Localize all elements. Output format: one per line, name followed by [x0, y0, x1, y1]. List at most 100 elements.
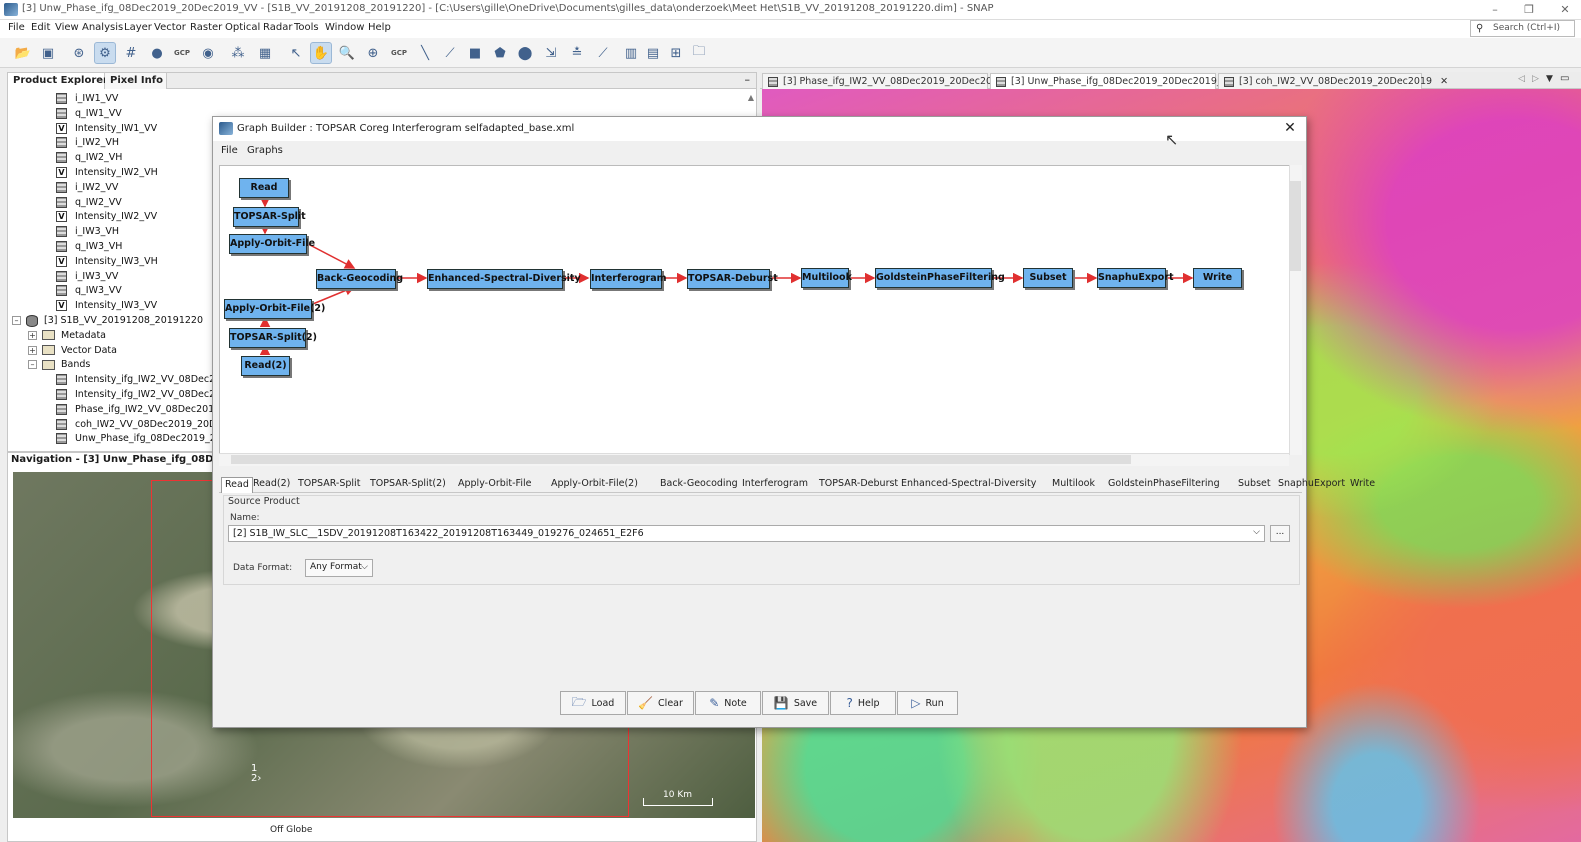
tree-scroll-up-icon[interactable]: ▲: [748, 93, 754, 102]
clear-button[interactable]: 🧹 Clear: [627, 691, 694, 715]
save-button[interactable]: 💾 Save: [762, 691, 829, 715]
zoom-plus-icon[interactable]: ⊕: [362, 42, 384, 64]
menu-help[interactable]: Help: [368, 22, 391, 33]
minimize-button[interactable]: –: [1480, 2, 1510, 18]
menu-window[interactable]: Window: [325, 22, 364, 33]
tree-band-item[interactable]: i_IW3_VH: [56, 224, 119, 239]
graph-horizontal-scroll-thumb[interactable]: [231, 455, 1131, 464]
tree-band-item[interactable]: V Intensity_IW2_VH: [56, 165, 158, 180]
image-tab-coh[interactable]: [3] coh_IW2_VV_08Dec2019_20Dec2019 ✕: [1218, 73, 1448, 89]
tree-bands-folder[interactable]: – Bands: [28, 357, 90, 372]
tree-band-item[interactable]: q_IW2_VH: [56, 150, 122, 165]
dialog-menu-file[interactable]: File: [221, 145, 238, 156]
node-interferogram[interactable]: Interferogram: [590, 269, 667, 289]
tree-vector-data-folder[interactable]: + Vector Data: [28, 343, 117, 358]
minimize-panel-icon[interactable]: –: [745, 73, 751, 86]
tree-band-item[interactable]: V Intensity_IW2_VV: [56, 209, 157, 224]
tree-band-item[interactable]: q_IW3_VV: [56, 283, 122, 298]
tree-band-item[interactable]: i_IW1_VV: [56, 91, 118, 106]
close-dialog-icon[interactable]: ✕: [1282, 120, 1298, 136]
node-subset[interactable]: Subset: [1023, 268, 1073, 288]
node-write[interactable]: Write: [1193, 268, 1242, 288]
data-format-select[interactable]: Any Format ⌵: [305, 559, 373, 577]
tree-band-item[interactable]: Phase_ifg_IW2_VV_08Dec2019_20: [56, 402, 237, 417]
node-snaphu-export[interactable]: SnaphuExport: [1097, 268, 1174, 288]
open-product-icon[interactable]: 📂: [12, 42, 34, 64]
operator-tab[interactable]: SnaphuExport: [1275, 477, 1348, 493]
tree-band-item[interactable]: q_IW3_VH: [56, 239, 122, 254]
menu-vector[interactable]: Vector: [154, 22, 186, 33]
menu-optical[interactable]: Optical: [225, 22, 260, 33]
tile-icon[interactable]: ≛: [566, 42, 588, 64]
menu-analysis[interactable]: Analysis: [82, 22, 123, 33]
operator-tab[interactable]: Enhanced-Spectral-Diversity: [898, 477, 1039, 493]
dialog-menu-graphs[interactable]: Graphs: [247, 145, 283, 156]
operator-tab[interactable]: TOPSAR-Split: [295, 477, 363, 493]
node-enhanced-spectral-diversity[interactable]: Enhanced-Spectral-Diversity: [427, 269, 581, 289]
expand-icon[interactable]: +: [28, 345, 37, 355]
node-read[interactable]: Read: [239, 178, 289, 198]
layout-vertical-icon[interactable]: ▤: [642, 42, 664, 64]
image-tab-phase[interactable]: [3] Phase_ifg_IW2_VV_08Dec2019_20Dec2019…: [762, 73, 1020, 89]
operator-tab[interactable]: TOPSAR-Split(2): [367, 477, 449, 493]
collapse-icon[interactable]: –: [28, 360, 37, 370]
grid-icon[interactable]: #: [120, 42, 142, 64]
tree-product-item[interactable]: – [3] S1B_VV_20191208_20191220: [12, 313, 203, 328]
node-topsar-deburst[interactable]: TOPSAR-Deburst: [687, 269, 778, 289]
close-tab-icon[interactable]: ✕: [1440, 76, 1448, 87]
source-product-select[interactable]: [2] S1B_IW_SLC__1SDV_20191208T163422_201…: [228, 525, 1265, 542]
operator-tab[interactable]: Back-Geocoding: [657, 477, 741, 493]
tab-product-explorer[interactable]: Product Explorer ✕: [8, 73, 120, 89]
restore-button[interactable]: ❐: [1514, 2, 1544, 18]
active-graph-builder-icon[interactable]: ⚙: [94, 42, 116, 64]
tree-band-item[interactable]: Unw_Phase_ifg_08Dec2019_20De: [56, 431, 235, 446]
save-product-icon[interactable]: ▣: [37, 42, 59, 64]
operator-tab[interactable]: Subset: [1235, 477, 1274, 493]
rectangle-icon[interactable]: ■: [464, 42, 486, 64]
image-tab-unw-phase[interactable]: [3] Unw_Phase_ifg_08Dec2019_20Dec2019_VV…: [990, 73, 1251, 89]
collapse-icon[interactable]: –: [12, 316, 21, 325]
close-window-button[interactable]: ✕: [1550, 2, 1580, 18]
node-back-geocoding[interactable]: Back-Geocoding: [316, 269, 403, 289]
polygon-icon[interactable]: ⬟: [489, 42, 511, 64]
tree-band-item[interactable]: V Intensity_IW3_VV: [56, 298, 157, 313]
load-button[interactable]: 🗁 Load: [560, 691, 626, 715]
node-apply-orbit-file-2[interactable]: Apply-Orbit-File(2): [224, 299, 325, 319]
graph-canvas[interactable]: Read TOPSAR-Split Apply-Orbit-File Back-…: [219, 165, 1302, 455]
qr-icon[interactable]: ▦: [254, 42, 276, 64]
operator-tab[interactable]: Write: [1347, 477, 1378, 493]
run-button[interactable]: ▷ Run: [897, 691, 958, 715]
node-apply-orbit-file[interactable]: Apply-Orbit-File: [229, 234, 315, 254]
operator-tab[interactable]: Multilook: [1049, 477, 1098, 493]
browse-button[interactable]: ...: [1270, 525, 1290, 542]
operator-tab[interactable]: Read: [221, 477, 253, 493]
tree-band-item[interactable]: Intensity_ifg_IW2_VV_08Dec2019: [56, 372, 233, 387]
polyline-icon[interactable]: ⟋: [439, 42, 461, 64]
tree-band-item[interactable]: i_IW2_VH: [56, 135, 119, 150]
cluster-icon[interactable]: ⁂: [227, 42, 249, 64]
tree-metadata-folder[interactable]: + Metadata: [28, 328, 106, 343]
search-input[interactable]: ⚲ Search (Ctrl+I): [1470, 20, 1575, 37]
graph-vertical-scroll-thumb[interactable]: [1290, 181, 1301, 271]
note-button[interactable]: ✎ Note: [695, 691, 761, 715]
select-icon[interactable]: ↖: [285, 42, 307, 64]
magic-wand-icon[interactable]: ⟋: [592, 42, 614, 64]
menu-radar[interactable]: Radar: [263, 22, 292, 33]
globe-icon[interactable]: ◉: [197, 42, 219, 64]
tree-band-item[interactable]: q_IW2_VV: [56, 195, 122, 210]
operator-tab[interactable]: TOPSAR-Deburst: [816, 477, 901, 493]
node-multilook[interactable]: Multilook: [801, 268, 852, 288]
tree-band-item[interactable]: V Intensity_IW3_VH: [56, 254, 158, 269]
layout-grid-icon[interactable]: ⊞: [665, 42, 687, 64]
tree-band-item[interactable]: V Intensity_IW1_VV: [56, 121, 157, 136]
tree-band-item[interactable]: i_IW3_VV: [56, 269, 118, 284]
graph-icon[interactable]: ⊛: [68, 42, 90, 64]
layout-horizontal-icon[interactable]: ▥: [620, 42, 642, 64]
help-button[interactable]: ? Help: [830, 691, 896, 715]
expand-icon[interactable]: +: [28, 330, 37, 340]
tab-scroll-right-icon[interactable]: ▷: [1532, 74, 1539, 84]
tree-band-item[interactable]: Intensity_ifg_IW2_VV_08Dec2019: [56, 387, 233, 402]
menu-edit[interactable]: Edit: [31, 22, 50, 33]
operator-tab[interactable]: Apply-Orbit-File(2): [548, 477, 641, 493]
pin-icon[interactable]: ●: [146, 42, 168, 64]
